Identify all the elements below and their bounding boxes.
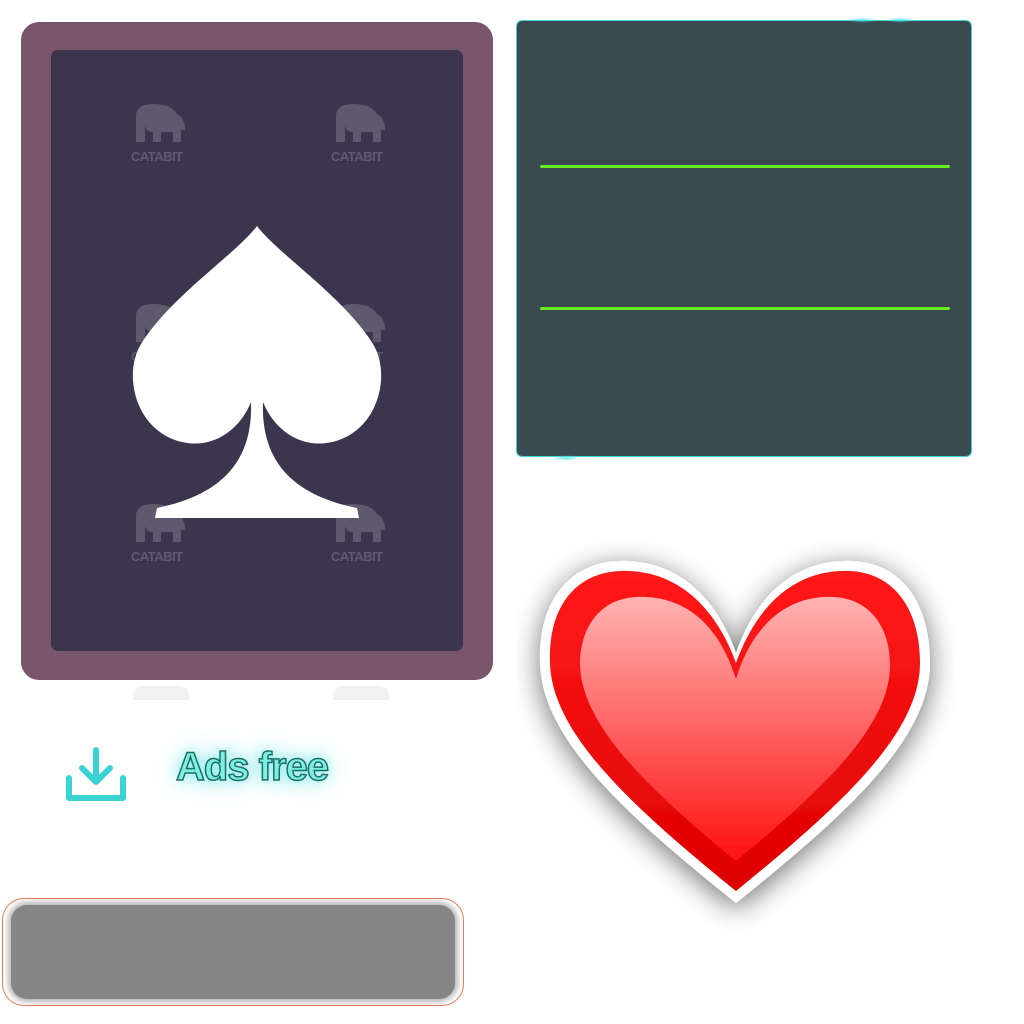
watermark-logo: CATABIT bbox=[331, 102, 401, 164]
ads-free-label: Ads free bbox=[175, 744, 330, 790]
watermark-logo: CATABIT bbox=[131, 102, 201, 164]
panel-glow bbox=[551, 455, 581, 461]
panel-line-top bbox=[540, 165, 950, 168]
spade-icon bbox=[132, 226, 382, 518]
panel-glow bbox=[885, 17, 915, 23]
heart-icon bbox=[539, 560, 930, 903]
card-back-face: CATABIT CATABIT CATABIT CATABIT CATABIT … bbox=[51, 50, 463, 651]
faint-shape bbox=[333, 686, 389, 700]
faint-shape bbox=[133, 686, 189, 700]
dark-panel bbox=[516, 17, 972, 461]
download-icon[interactable] bbox=[64, 746, 128, 804]
panel-glow bbox=[847, 17, 877, 23]
card-back: CATABIT CATABIT CATABIT CATABIT CATABIT … bbox=[21, 22, 493, 680]
gray-bar-fill bbox=[11, 905, 455, 999]
gray-bar-button[interactable] bbox=[2, 898, 464, 1006]
panel-line-bottom bbox=[540, 307, 950, 310]
